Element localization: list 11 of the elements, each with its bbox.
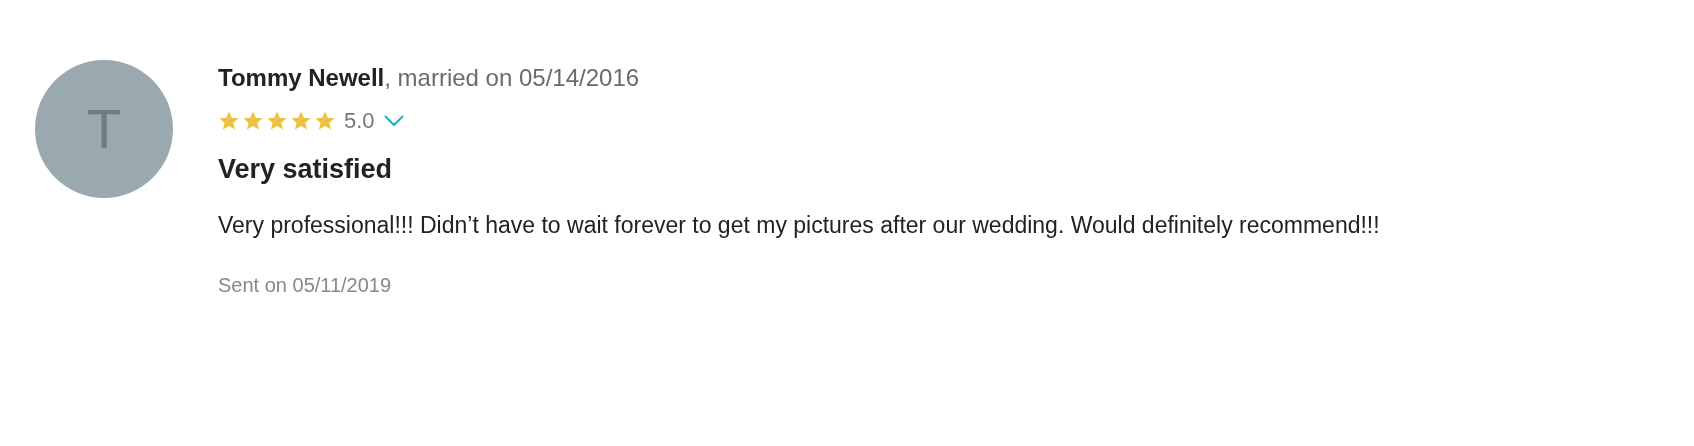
star-icon — [266, 109, 288, 132]
review-title: Very satisfied — [218, 153, 394, 186]
star-icon — [242, 109, 264, 132]
rating-value: 5.0 — [344, 107, 375, 135]
star-icon — [314, 109, 336, 132]
chevron-icon[interactable] — [382, 113, 405, 128]
star-icon — [218, 109, 240, 132]
star-icon — [290, 109, 312, 132]
sent-date: Sent on 05/11/2019 — [218, 272, 393, 298]
review-text: Very professional!!! Didn’t have to wait forever to get my pictures after our wedding. Would definitely recommend!!! — [218, 210, 1380, 240]
reviewer-byline: Tommy Newell, married on 05/14/2016 — [218, 63, 641, 93]
